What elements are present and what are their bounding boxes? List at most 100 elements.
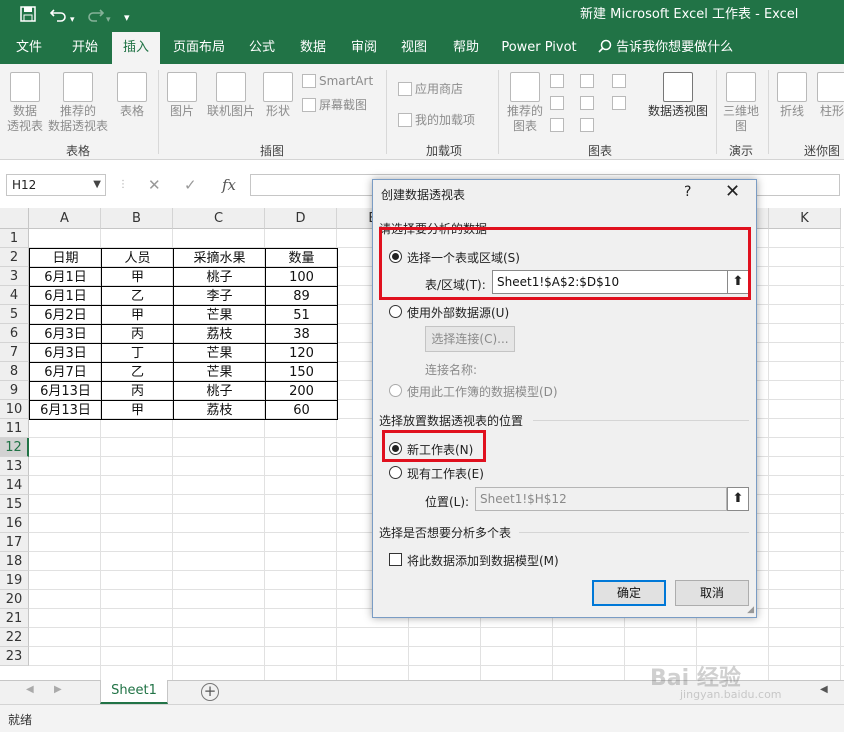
pivot-chart-button[interactable]: 数据透视图	[646, 72, 710, 119]
tab-formulas[interactable]: 公式	[240, 32, 284, 64]
radio-data-model-label[interactable]: 使用此工作簿的数据模型(D)	[407, 383, 558, 400]
save-icon[interactable]	[20, 6, 36, 27]
table-cell[interactable]: 6月3日	[29, 343, 102, 363]
column-chart-icon[interactable]	[550, 74, 567, 88]
sheet-tab-sheet1[interactable]: Sheet1	[100, 680, 168, 704]
select-all-corner[interactable]	[0, 208, 29, 229]
table-cell[interactable]: 芒果	[173, 362, 266, 382]
table-header-cell[interactable]: 人员	[101, 248, 174, 268]
row-header-9[interactable]: 9	[0, 381, 29, 400]
row-header-6[interactable]: 6	[0, 324, 29, 343]
row-header-19[interactable]: 19	[0, 571, 29, 590]
radio-select-table-label[interactable]: 选择一个表或区域(S)	[407, 249, 520, 266]
resize-grip-icon[interactable]: ◢	[747, 605, 754, 615]
table-cell[interactable]: 甲	[101, 267, 174, 287]
undo-dropdown-icon[interactable]: ▾	[70, 10, 75, 30]
table-button[interactable]: 表格	[112, 72, 152, 119]
radio-existing-worksheet-label[interactable]: 现有工作表(E)	[407, 465, 484, 482]
table-header-cell[interactable]: 数量	[265, 248, 338, 268]
hierarchy-chart-icon[interactable]	[612, 74, 629, 88]
table-cell[interactable]: 桃子	[173, 381, 266, 401]
collapse-range-icon[interactable]: ⬆	[727, 270, 749, 294]
row-header-2[interactable]: 2	[0, 248, 29, 267]
tab-power-pivot[interactable]: Power Pivot	[496, 32, 582, 64]
radio-new-worksheet-label[interactable]: 新工作表(N)	[407, 441, 473, 458]
store-button[interactable]: 应用商店	[398, 80, 463, 97]
table-cell[interactable]: 6月7日	[29, 362, 102, 382]
3d-map-button[interactable]: 三维地 图	[720, 72, 762, 134]
table-cell[interactable]: 荔枝	[173, 324, 266, 344]
table-cell[interactable]: 150	[265, 362, 338, 382]
data-table[interactable]: 日期 人员 采摘水果 数量 6月1日甲桃子 100 6月1日乙李子 89 6月2日甲芒果 51 6月…	[29, 248, 338, 420]
table-cell[interactable]: 200	[265, 381, 338, 401]
tab-help[interactable]: 帮助	[444, 32, 488, 64]
table-cell[interactable]: 38	[265, 324, 338, 344]
tell-me-search[interactable]: 告诉我你想要做什么	[598, 32, 733, 64]
table-header-cell[interactable]: 日期	[29, 248, 102, 268]
table-cell[interactable]: 60	[265, 400, 338, 420]
table-cell[interactable]: 100	[265, 267, 338, 287]
row-header-23[interactable]: 23	[0, 647, 29, 666]
undo-icon[interactable]	[49, 6, 68, 27]
table-cell[interactable]: 6月2日	[29, 305, 102, 325]
row-header-14[interactable]: 14	[0, 476, 29, 495]
table-cell[interactable]: 甲	[101, 400, 174, 420]
radio-select-table[interactable]	[389, 250, 402, 263]
combo-chart-icon[interactable]	[612, 96, 629, 110]
my-addins-button[interactable]: 我的加载项	[398, 111, 475, 128]
online-picture-button[interactable]: 联机图片	[204, 72, 258, 119]
shapes-button[interactable]: 形状	[260, 72, 296, 119]
table-cell[interactable]: 丁	[101, 343, 174, 363]
row-header-11[interactable]: 11	[0, 419, 29, 438]
row-header-5[interactable]: 5	[0, 305, 29, 324]
insert-function-icon[interactable]: fx	[222, 174, 236, 196]
column-header-a[interactable]: A	[29, 208, 101, 229]
row-header-12[interactable]: 12	[0, 438, 29, 457]
add-to-data-model-label[interactable]: 将此数据添加到数据模型(M)	[407, 552, 559, 569]
screenshot-button[interactable]: 屏幕截图	[302, 96, 367, 113]
waterfall-chart-icon[interactable]	[550, 96, 567, 110]
table-cell[interactable]: 荔枝	[173, 400, 266, 420]
name-box[interactable]: H12 ▼	[6, 174, 106, 196]
radio-new-worksheet[interactable]	[389, 442, 402, 455]
tab-home[interactable]: 开始	[58, 32, 112, 64]
row-header-16[interactable]: 16	[0, 514, 29, 533]
recommended-charts-button[interactable]: 推荐的 图表	[504, 72, 546, 134]
smartart-button[interactable]: SmartArt	[302, 74, 373, 88]
close-icon[interactable]: ✕	[725, 181, 740, 202]
customize-icon[interactable]: ▾	[124, 8, 130, 28]
pie-chart-icon[interactable]	[550, 118, 567, 132]
column-header-k[interactable]: K	[769, 208, 841, 229]
pivot-table-button[interactable]: 数据 透视表	[4, 72, 46, 134]
row-header-22[interactable]: 22	[0, 628, 29, 647]
radio-external-source[interactable]	[389, 305, 402, 318]
sparkline-column-button[interactable]: 柱形	[814, 72, 844, 119]
radio-external-source-label[interactable]: 使用外部数据源(U)	[407, 304, 509, 321]
table-cell[interactable]: 乙	[101, 362, 174, 382]
row-header-8[interactable]: 8	[0, 362, 29, 381]
tab-insert[interactable]: 插入	[112, 32, 160, 64]
location-input[interactable]: Sheet1!$H$12	[475, 487, 727, 511]
scatter-chart-icon[interactable]	[580, 118, 597, 132]
row-header-7[interactable]: 7	[0, 343, 29, 362]
cancel-icon[interactable]: ✕	[148, 174, 161, 196]
picture-button[interactable]: 图片	[164, 72, 200, 119]
help-icon[interactable]: ?	[684, 184, 691, 200]
row-header-17[interactable]: 17	[0, 533, 29, 552]
table-header-cell[interactable]: 采摘水果	[173, 248, 266, 268]
column-header-d[interactable]: D	[265, 208, 337, 229]
table-cell[interactable]: 6月1日	[29, 286, 102, 306]
table-cell[interactable]: 乙	[101, 286, 174, 306]
row-header-13[interactable]: 13	[0, 457, 29, 476]
row-header-20[interactable]: 20	[0, 590, 29, 609]
scroll-left-icon[interactable]: ◀	[26, 684, 34, 695]
range-input[interactable]: Sheet1!$A$2:$D$10	[492, 270, 728, 294]
table-cell[interactable]: 89	[265, 286, 338, 306]
cancel-button[interactable]: 取消	[675, 580, 749, 606]
radio-existing-worksheet[interactable]	[389, 466, 402, 479]
table-cell[interactable]: 6月13日	[29, 381, 102, 401]
collapse-location-icon[interactable]: ⬆	[727, 487, 749, 511]
choose-connection-button[interactable]: 选择连接(C)...	[425, 326, 515, 352]
sparkline-line-button[interactable]: 折线	[774, 72, 810, 119]
statistic-chart-icon[interactable]	[580, 96, 597, 110]
